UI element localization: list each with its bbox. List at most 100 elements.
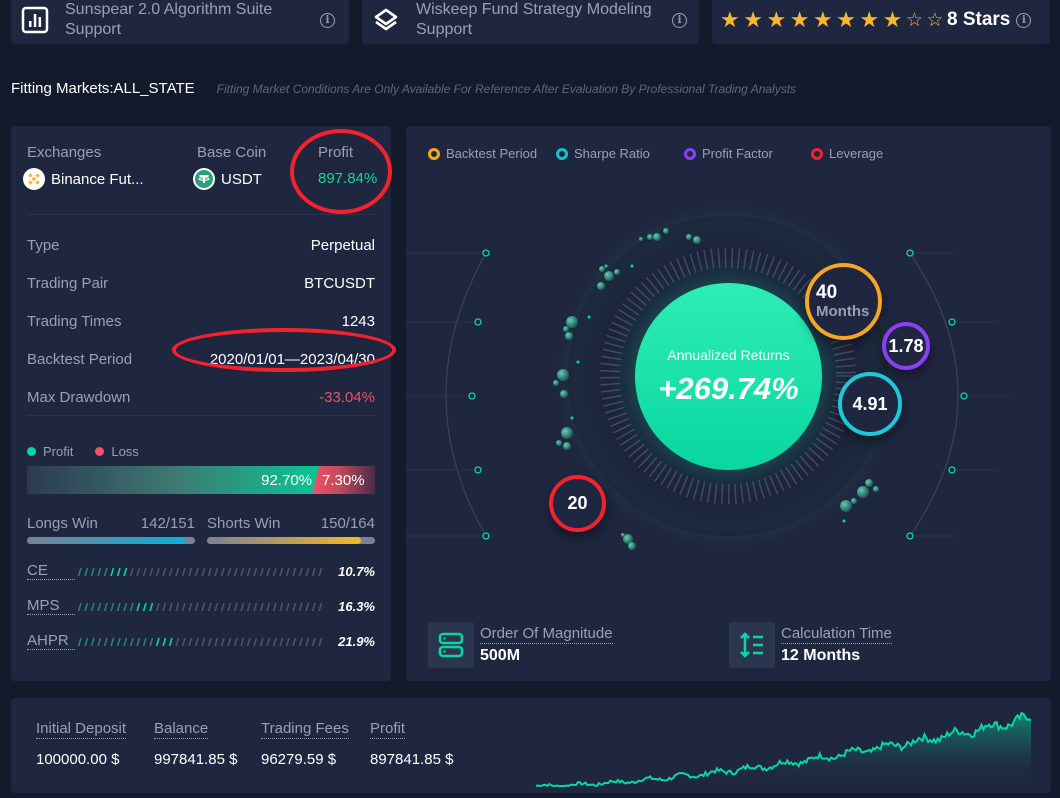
decoration [445, 252, 487, 537]
exchange-value: Binance Fut... [51, 170, 144, 188]
metric-value: 10.7% [338, 563, 375, 579]
metric-row: AHPR 21.9% [27, 631, 375, 651]
decoration [599, 266, 605, 272]
loss-bar-segment: 7.30% [312, 466, 375, 494]
decoration [693, 236, 701, 244]
detail-label: Trading Times [27, 312, 122, 330]
decoration [600, 369, 621, 373]
shorts-win-bar [207, 537, 375, 544]
decoration [561, 427, 573, 439]
decoration [553, 380, 559, 386]
decoration [840, 500, 852, 512]
metric-bar [75, 636, 325, 646]
info-icon[interactable]: i [320, 12, 335, 28]
decoration [960, 392, 968, 400]
decoration [865, 479, 873, 487]
star-empty-icon: ☆ [926, 9, 944, 31]
metric-name[interactable]: CE [27, 562, 75, 580]
shorts-win-fill [207, 537, 361, 544]
detail-value: Perpetual [310, 236, 375, 254]
decoration [557, 369, 569, 381]
decoration [639, 237, 643, 241]
sharpe-ratio-bubble: 4.91 [838, 372, 902, 436]
star-filled-icon: ★ [812, 7, 833, 32]
decoration [468, 392, 476, 400]
metric-bar [75, 566, 325, 576]
fitting-note: Fitting Market Conditions Are Only Avail… [216, 82, 797, 96]
profit-bar-segment: 92.70% [27, 466, 326, 494]
stat-value: 500M [480, 647, 521, 664]
fund-strategy-card: Wiskeep Fund Strategy Modeling Support i [362, 0, 699, 44]
metric-name[interactable]: MPS [27, 597, 75, 615]
info-icon[interactable]: i [672, 12, 687, 28]
account-summary-panel: Initial Deposit 100000.00 $ Balance 997841… [11, 698, 1051, 793]
decoration [628, 542, 636, 550]
metric-value: 21.9% [338, 633, 375, 649]
detail-value: -33.04% [319, 388, 375, 406]
decoration [842, 519, 846, 523]
decoration [647, 234, 653, 240]
decoration [565, 332, 573, 340]
leverage-bubble: 20 [549, 475, 606, 532]
detail-value: 1243 [341, 312, 375, 330]
decoration [604, 271, 614, 281]
decoration [474, 466, 482, 474]
calculation-time-stat: Calculation Time 12 Months [729, 622, 892, 668]
decoration [576, 360, 580, 364]
annualized-returns-core: Annualized Returns +269.74% [635, 283, 822, 470]
detail-value: 2020/01/01—2023/04/30 [209, 350, 375, 368]
balance: Balance 997841.85 $ [154, 720, 238, 768]
base-coin-label: Base Coin [197, 144, 267, 161]
card-title: Sunspear 2.0 Algorithm Suite Support [65, 1, 273, 38]
decoration [597, 282, 605, 290]
bar-chart-icon [21, 6, 49, 34]
divider [27, 214, 375, 215]
strategy-summary-panel: Exchanges Binance Fut... Base Coin USDT … [11, 126, 391, 681]
decoration [630, 264, 634, 268]
card-title: Wiskeep Fund Strategy Modeling Support [416, 1, 652, 38]
detail-label: Trading Pair [27, 274, 109, 292]
decoration [563, 326, 569, 332]
decoration [614, 269, 620, 275]
algorithm-suite-card: Sunspear 2.0 Algorithm Suite Support i [11, 0, 349, 44]
info-icon[interactable]: i [1016, 12, 1032, 28]
stat-value: 12 Months [781, 647, 861, 664]
decoration [621, 533, 625, 537]
detail-label: Backtest Period [27, 350, 133, 368]
decoration [653, 233, 661, 241]
usdt-icon [193, 168, 215, 190]
shorts-win: Shorts Win 150/164 [207, 515, 375, 544]
decoration [948, 466, 956, 474]
star-empty-icon: ☆ [905, 9, 923, 31]
metric-name[interactable]: AHPR [27, 632, 75, 650]
profit-loss-bar: 92.70% 7.30% [27, 466, 375, 494]
decoration [948, 318, 956, 326]
detail-row: Type Perpetual [27, 226, 375, 264]
star-filled-icon: ★ [743, 7, 763, 32]
fitting-title: Fitting Markets:ALL_STATE [11, 80, 195, 97]
details-list: Type Perpetual Trading Pair BTCUSDT Trading … [27, 226, 375, 416]
decoration [566, 316, 578, 328]
loss-legend-item: Loss [95, 444, 139, 459]
detail-value: BTCUSDT [304, 274, 375, 292]
decoration [906, 532, 914, 540]
core-value: +269.74% [658, 370, 799, 406]
exchanges-label: Exchanges [27, 144, 102, 161]
decoration [482, 532, 490, 540]
account-profit: Profit 897841.85 $ [370, 720, 454, 768]
returns-visual-panel: Backtest Period Sharpe Ratio Profit Factor… [406, 126, 1051, 681]
profit-legend-item: Profit [27, 444, 73, 459]
longs-win: Longs Win 142/151 [27, 515, 195, 544]
loss-dot-icon [95, 447, 105, 457]
profit-label: Profit [318, 144, 354, 161]
decoration [906, 249, 914, 257]
line-height-icon [729, 622, 775, 668]
core-title: Annualized Returns [667, 346, 790, 363]
decoration [604, 264, 608, 268]
profit-dot-icon [27, 447, 36, 457]
decoration [857, 486, 869, 498]
decoration [560, 390, 568, 398]
trading-fees: Trading Fees 96279.59 $ [261, 720, 349, 768]
decoration [851, 498, 857, 504]
rating-card: ★ ★ ★ ★ ★ ★ ★ ★ ☆ ☆ 8 Stars i [712, 0, 1050, 44]
